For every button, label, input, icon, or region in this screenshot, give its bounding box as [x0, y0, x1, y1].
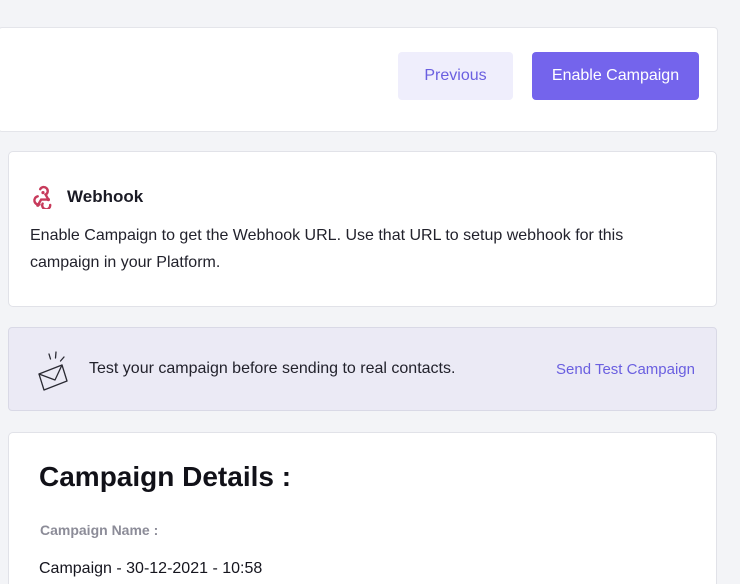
webhook-title: Webhook [67, 187, 144, 206]
test-campaign-banner: Test your campaign before sending to rea… [8, 327, 717, 411]
webhook-icon [33, 185, 52, 209]
envelope-icon [38, 351, 68, 391]
campaign-details-title: Campaign Details : [39, 461, 292, 492]
webhook-description: Enable Campaign to get the Webhook URL. … [30, 227, 624, 271]
campaign-details-card: Campaign Details : Campaign Name : Campa… [8, 432, 717, 584]
previous-button[interactable]: Previous [398, 52, 513, 100]
campaign-name-label: Campaign Name : [40, 522, 159, 538]
webhook-card: Webhook Enable Campaign to get the Webho… [8, 151, 717, 307]
campaign-name-value: Campaign - 30-12-2021 - 10:58 [39, 560, 263, 577]
campaign-page: Previous Enable Campaign Webhook Enable … [0, 0, 740, 584]
test-campaign-text: Test your campaign before sending to rea… [89, 360, 456, 377]
send-test-campaign-link[interactable]: Send Test Campaign [556, 361, 695, 378]
webhook-header: Webhook [31, 185, 143, 209]
enable-campaign-button[interactable]: Enable Campaign [532, 52, 699, 100]
action-bar: Previous Enable Campaign [0, 27, 718, 132]
